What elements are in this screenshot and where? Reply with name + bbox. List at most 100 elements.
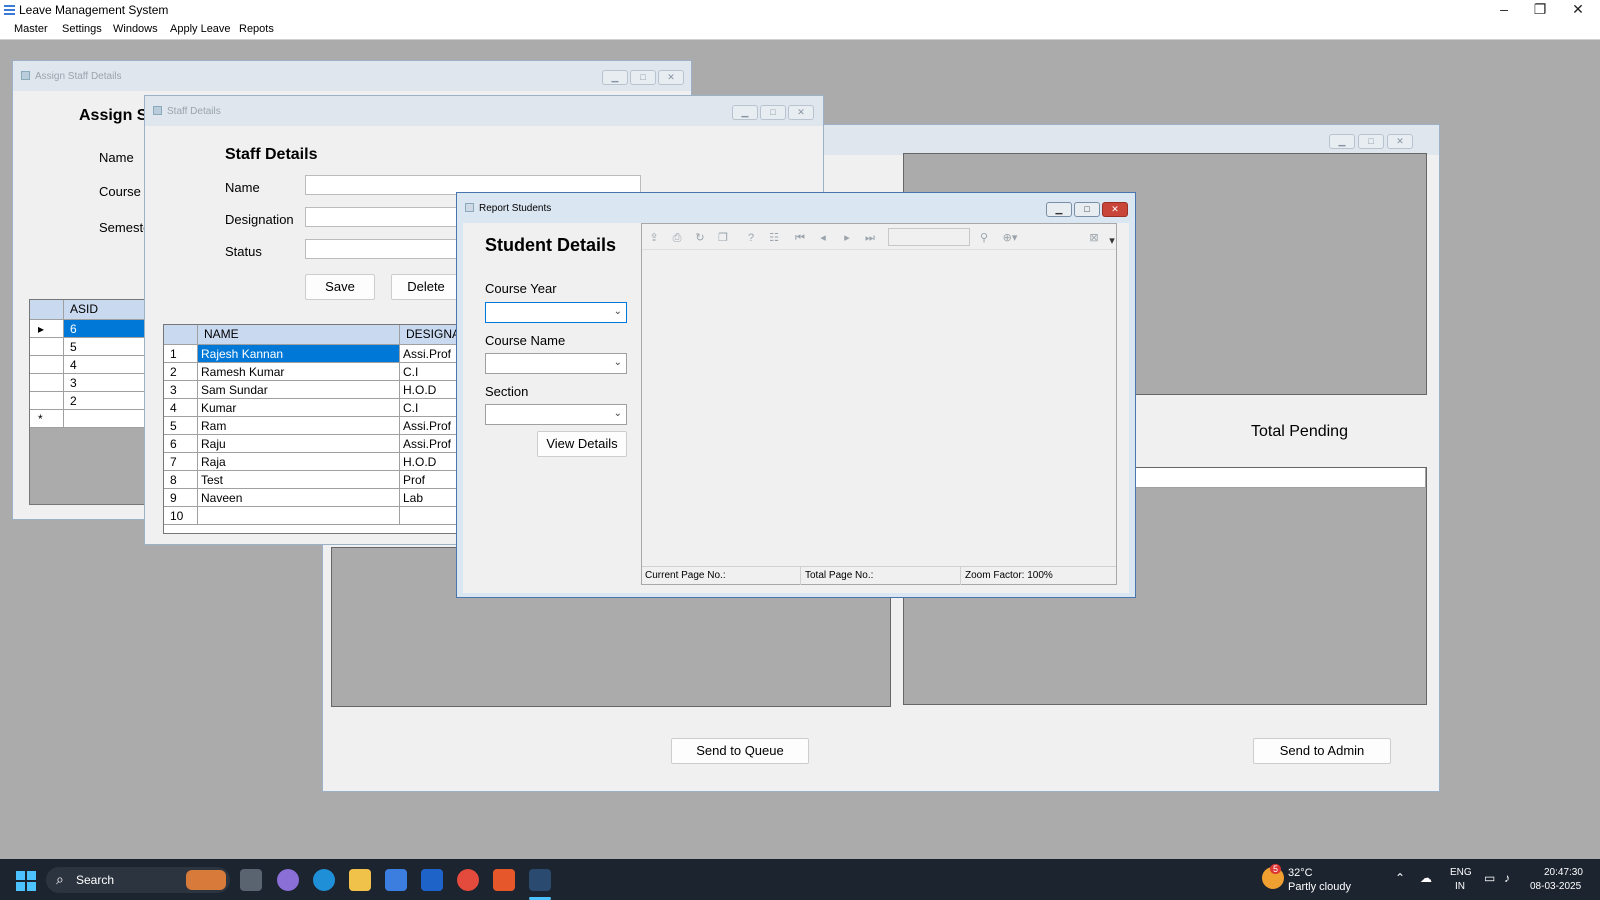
row-header[interactable] [30, 356, 64, 374]
section-select[interactable]: ⌄ [485, 404, 627, 425]
clock-date[interactable]: 08-03-2025 [1530, 881, 1581, 892]
copy-icon[interactable]: ❐ [715, 231, 731, 245]
xampp-icon[interactable] [493, 869, 515, 891]
first-page-icon[interactable]: ⏮ [792, 231, 808, 245]
staff-name-cell[interactable]: Ramesh Kumar [198, 363, 400, 381]
staff-designation-cell[interactable]: Assi.Prof [400, 435, 464, 453]
language-code[interactable]: ENG [1450, 867, 1472, 878]
save-button[interactable]: Save [305, 274, 375, 300]
staff-designation-cell[interactable]: C.I [400, 363, 464, 381]
zoom-icon[interactable]: ⊕▾ [998, 231, 1022, 245]
staff-designation-cell[interactable]: Assi.Prof [400, 417, 464, 435]
report-close-button[interactable]: ✕ [1102, 202, 1128, 217]
chevron-up-icon[interactable]: ⌃ [1395, 871, 1405, 885]
minimize-button[interactable]: – [1486, 0, 1522, 20]
menu-settings[interactable]: Settings [62, 23, 102, 35]
menu-apply-leave[interactable]: Apply Leave [170, 23, 231, 35]
menu-master[interactable]: Master [14, 23, 48, 35]
staff-name-cell[interactable]: Naveen [198, 489, 400, 507]
assign-close-button[interactable]: ✕ [658, 70, 684, 85]
print-icon[interactable]: ⎙ [669, 231, 685, 245]
view-details-button[interactable]: View Details [537, 431, 627, 457]
staff-name-cell[interactable]: Rajesh Kannan [198, 345, 400, 363]
queue-minimize-button[interactable]: ▁ [1329, 134, 1355, 149]
onedrive-icon[interactable]: ☁ [1420, 871, 1432, 885]
new-row-icon[interactable]: * [30, 410, 64, 428]
export-icon[interactable]: ⇪ [646, 231, 662, 245]
staff-name-cell[interactable]: Kumar [198, 399, 400, 417]
page-number-input[interactable] [888, 228, 970, 246]
staff-name-cell[interactable]: Ram [198, 417, 400, 435]
taskbar-search[interactable]: ⌕ Search [46, 867, 230, 893]
group-tree-icon[interactable]: ☷ [766, 231, 782, 245]
staff-designation-cell[interactable]: C.I [400, 399, 464, 417]
staff-close-button[interactable]: ✕ [788, 105, 814, 120]
network-icon[interactable]: ▭ [1484, 871, 1495, 885]
leave-app-icon[interactable] [529, 869, 551, 891]
assign-minimize-button[interactable]: ▁ [602, 70, 628, 85]
staff-name-cell[interactable] [198, 507, 400, 525]
designation-column-header[interactable]: DESIGNA [400, 325, 464, 345]
row-number[interactable]: 1 [164, 345, 198, 363]
row-number[interactable]: 9 [164, 489, 198, 507]
staff-designation-cell[interactable] [400, 507, 464, 525]
staff-maximize-button[interactable]: □ [760, 105, 786, 120]
windows-start-icon[interactable] [16, 871, 36, 891]
edge-icon[interactable] [313, 869, 335, 891]
course-name-select[interactable]: ⌄ [485, 353, 627, 374]
help-icon[interactable]: ? [743, 231, 759, 245]
queue-close-button[interactable]: ✕ [1387, 134, 1413, 149]
clock-time[interactable]: 20:47:30 [1544, 867, 1583, 878]
row-header[interactable] [30, 374, 64, 392]
next-page-icon[interactable]: ▸ [839, 231, 855, 245]
row-selector-icon[interactable]: ▸ [30, 320, 64, 338]
row-number[interactable]: 4 [164, 399, 198, 417]
last-page-icon[interactable]: ⏭ [862, 231, 878, 245]
row-number[interactable]: 6 [164, 435, 198, 453]
outlook-icon[interactable] [421, 869, 443, 891]
staff-name-cell[interactable]: Raju [198, 435, 400, 453]
row-number[interactable]: 7 [164, 453, 198, 471]
menu-windows[interactable]: Windows [113, 23, 158, 35]
task-view-icon[interactable] [240, 869, 262, 891]
volume-icon[interactable]: ♪ [1504, 871, 1510, 885]
name-column-header[interactable]: NAME [198, 325, 400, 345]
row-header[interactable] [30, 338, 64, 356]
staff-name-cell[interactable]: Raja [198, 453, 400, 471]
close-button[interactable]: ✕ [1560, 0, 1596, 20]
row-number[interactable]: 10 [164, 507, 198, 525]
language-region[interactable]: IN [1455, 881, 1465, 892]
copilot-icon[interactable] [277, 869, 299, 891]
send-to-admin-button[interactable]: Send to Admin [1253, 738, 1391, 764]
staff-designation-cell[interactable]: Prof [400, 471, 464, 489]
row-number[interactable]: 8 [164, 471, 198, 489]
course-year-select[interactable]: ⌄ [485, 302, 627, 323]
file-explorer-icon[interactable] [349, 869, 371, 891]
delete-button[interactable]: Delete [391, 274, 461, 300]
staff-designation-cell[interactable]: Assi.Prof [400, 345, 464, 363]
assign-maximize-button[interactable]: □ [630, 70, 656, 85]
toolbar-overflow-icon[interactable]: ▾ [1104, 234, 1120, 248]
row-number[interactable]: 2 [164, 363, 198, 381]
refresh-icon[interactable]: ↻ [692, 231, 708, 245]
find-icon[interactable]: ⚲ [976, 231, 992, 245]
staff-designation-cell[interactable]: H.O.D [400, 453, 464, 471]
row-header[interactable] [30, 392, 64, 410]
row-number[interactable]: 5 [164, 417, 198, 435]
staff-minimize-button[interactable]: ▁ [732, 105, 758, 120]
report-maximize-button[interactable]: □ [1074, 202, 1100, 217]
queue-maximize-button[interactable]: □ [1358, 134, 1384, 149]
staff-name-cell[interactable]: Sam Sundar [198, 381, 400, 399]
menu-repots[interactable]: Repots [239, 23, 274, 35]
staff-name-cell[interactable]: Test [198, 471, 400, 489]
chrome-icon[interactable] [457, 869, 479, 891]
staff-designation-cell[interactable]: H.O.D [400, 381, 464, 399]
store-icon[interactable] [385, 869, 407, 891]
prev-page-icon[interactable]: ◂ [815, 231, 831, 245]
restore-button[interactable]: ❐ [1522, 0, 1558, 20]
send-to-queue-button[interactable]: Send to Queue [671, 738, 809, 764]
close-panel-icon[interactable]: ⊠ [1086, 231, 1102, 245]
report-minimize-button[interactable]: ▁ [1046, 202, 1072, 217]
row-number[interactable]: 3 [164, 381, 198, 399]
staff-designation-cell[interactable]: Lab [400, 489, 464, 507]
